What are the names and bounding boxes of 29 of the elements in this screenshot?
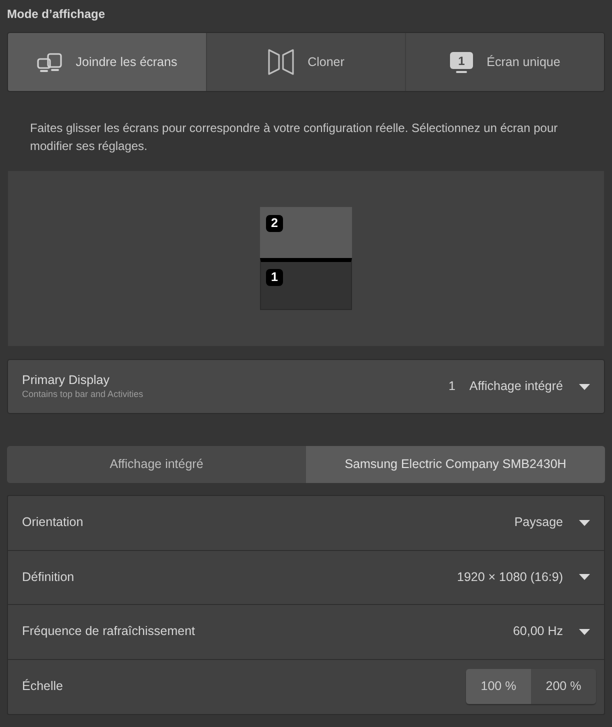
monitor-number: 2	[266, 214, 283, 232]
mirror-icon	[268, 49, 294, 75]
caret-icon	[579, 384, 590, 390]
mode-tab[interactable]: Cloner	[207, 33, 406, 91]
mode-tab[interactable]: 1 Écran unique	[406, 33, 604, 91]
caret-icon	[579, 574, 590, 580]
scale-option[interactable]: 100 %	[466, 669, 531, 704]
caret-icon	[579, 628, 590, 635]
monitor-tile[interactable]: 1	[260, 258, 352, 310]
instructions-text: Faites glisser les écrans pour correspondre à votre configuration réelle. Sélectionnez un écran pour modifier ses réglages.	[29, 120, 559, 155]
row-subtitle: Contains top bar and Activities	[22, 388, 144, 400]
setting-label: Échelle	[22, 678, 64, 696]
section-title: Mode d’affichage	[7, 6, 106, 23]
monitor-tile[interactable]: 2	[260, 207, 352, 258]
display-tab[interactable]: Affichage intégré	[7, 446, 306, 483]
setting-dropdown[interactable]: Paysage	[514, 513, 590, 532]
display-dropdown[interactable]: 1 Affichage intégré	[448, 377, 590, 396]
caret-icon	[579, 520, 590, 526]
scale-option[interactable]: 200 %	[531, 669, 596, 704]
mode-tab[interactable]: Joindre les écrans	[8, 33, 207, 91]
setting-label: Définition	[22, 568, 76, 586]
display-tab[interactable]: Samsung Electric Company SMB2430H	[306, 446, 605, 483]
two-monitors-icon	[36, 52, 62, 72]
monitor-number: 1	[266, 268, 283, 286]
setting-label: Orientation	[22, 514, 84, 532]
setting-dropdown[interactable]: 1920 × 1080 (16:9)	[457, 568, 590, 587]
row-title: Primary Display	[22, 372, 111, 388]
setting-label: Fréquence de rafraîchissement	[22, 623, 196, 640]
setting-dropdown[interactable]: 60,00 Hz	[512, 622, 590, 642]
